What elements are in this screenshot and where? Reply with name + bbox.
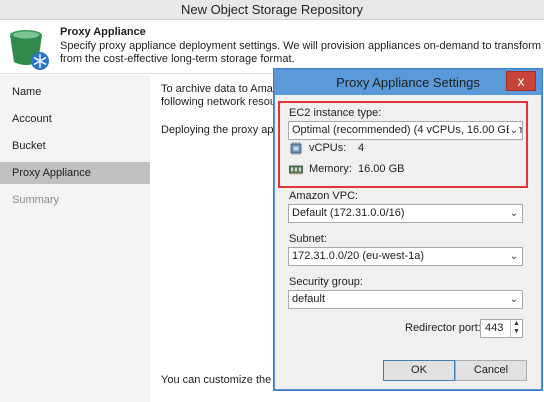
ec2-instance-type-label: EC2 instance type:	[289, 107, 382, 119]
nav-step-bucket[interactable]: Bucket	[0, 135, 150, 157]
chevron-down-icon[interactable]: ▼	[511, 328, 522, 336]
memory-row: Memory: 16.00 GB	[289, 162, 489, 178]
close-button[interactable]: x	[506, 71, 536, 91]
main-info-line-1: To archive data to Amazo	[161, 83, 285, 95]
chevron-down-icon: ⌄	[509, 122, 519, 139]
memory-icon	[289, 165, 303, 175]
amazon-vpc-select[interactable]: Default (172.31.0.0/16) ⌄	[288, 204, 523, 223]
security-group-label: Security group:	[289, 276, 363, 288]
chevron-down-icon: ⌄	[509, 205, 519, 222]
close-icon: x	[517, 73, 525, 89]
nav-step-name[interactable]: Name	[0, 81, 150, 103]
subnet-value: 172.31.0.0/20 (eu-west-1a)	[292, 250, 425, 262]
subnet-label: Subnet:	[289, 233, 327, 245]
cpu-icon	[290, 142, 302, 155]
ok-button[interactable]: OK	[383, 360, 455, 381]
ec2-instance-type-value: Optimal (recommended) (4 vCPUs, 16.00 GB…	[292, 124, 523, 136]
redirector-port-input[interactable]: 443 ▲ ▼	[480, 319, 523, 338]
memory-value: 16.00 GB	[358, 163, 405, 175]
nav-step-proxy-appliance[interactable]: Proxy Appliance	[0, 162, 150, 184]
security-group-value: default	[292, 293, 326, 305]
port-stepper[interactable]: ▲ ▼	[510, 320, 522, 337]
proxy-appliance-settings-dialog: Proxy Appliance Settings x EC2 instance …	[274, 69, 542, 390]
nav-step-account[interactable]: Account	[0, 108, 150, 130]
main-footer-text: You can customize the pr	[161, 374, 285, 386]
amazon-vpc-value: Default (172.31.0.0/16)	[292, 207, 405, 219]
redirector-port-label: Redirector port:	[405, 322, 481, 334]
cancel-button[interactable]: Cancel	[455, 360, 527, 381]
window-title: New Object Storage Repository	[0, 0, 544, 20]
s3-bucket-icon	[10, 30, 49, 70]
vcpus-row: vCPUs: 4	[289, 141, 489, 157]
security-group-select[interactable]: default ⌄	[288, 290, 523, 309]
subnet-select[interactable]: 172.31.0.0/20 (eu-west-1a) ⌄	[288, 247, 523, 266]
chevron-down-icon: ⌄	[509, 291, 519, 308]
chevron-up-icon[interactable]: ▲	[511, 320, 522, 328]
vcpus-value: 4	[358, 142, 365, 154]
dialog-title: Proxy Appliance Settings	[336, 75, 480, 90]
page-title: Proxy Appliance	[60, 26, 146, 38]
vcpus-label: vCPUs:	[309, 142, 347, 154]
ec2-instance-type-select[interactable]: Optimal (recommended) (4 vCPUs, 16.00 GB…	[288, 121, 523, 140]
memory-label: Memory:	[309, 163, 352, 175]
redirector-port-value: 443	[485, 322, 504, 334]
main-info-line-2: following network resour	[161, 96, 280, 108]
wizard-steps-nav: Name Account Bucket Proxy Appliance Summ…	[0, 75, 150, 402]
nav-step-summary: Summary	[12, 194, 60, 206]
amazon-vpc-label: Amazon VPC:	[289, 190, 359, 202]
page-description: Specify proxy appliance deployment setti…	[60, 40, 544, 65]
chevron-down-icon: ⌄	[509, 248, 519, 265]
main-info-line-3: Deploying the proxy appli	[161, 124, 285, 136]
